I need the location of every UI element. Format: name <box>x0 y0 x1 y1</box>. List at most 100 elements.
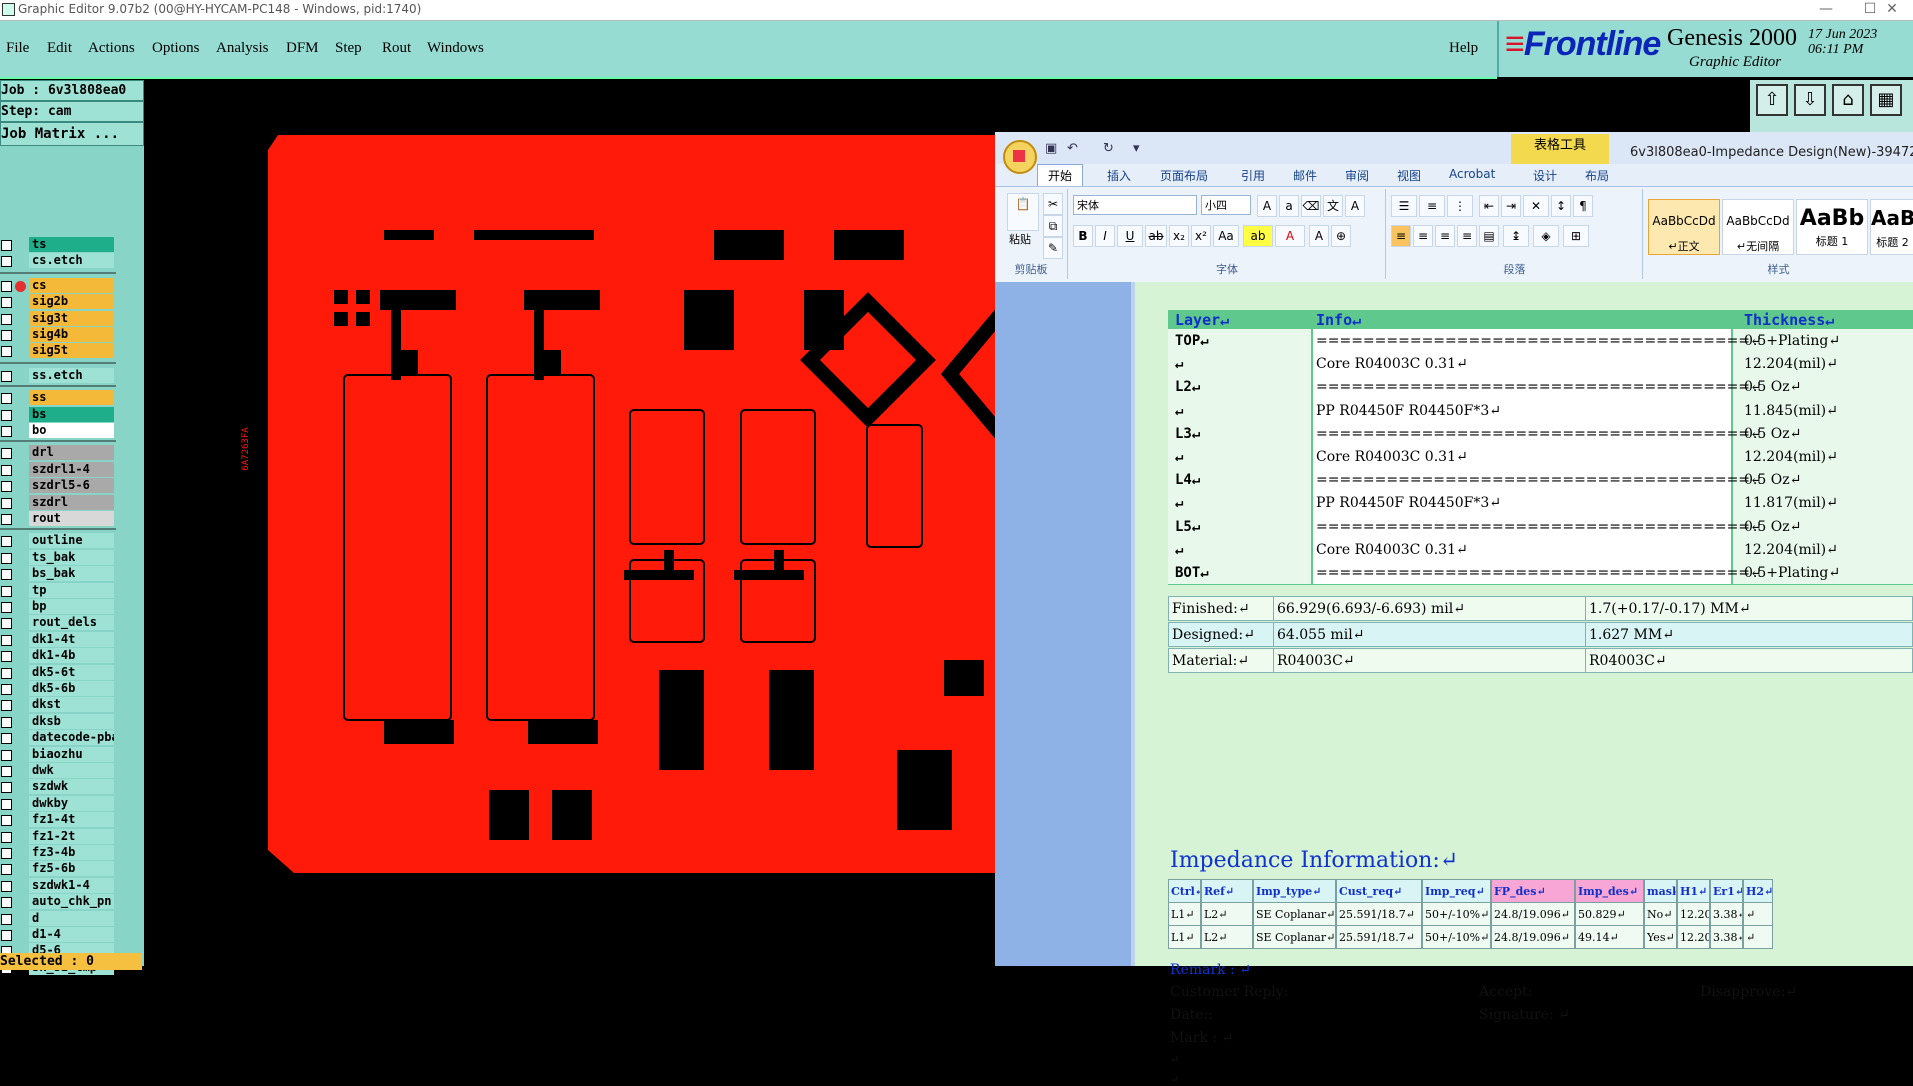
layer-row[interactable]: dk5-6t <box>0 664 116 680</box>
layer-checkbox[interactable] <box>1 497 12 509</box>
superscript-icon[interactable]: x² <box>1191 225 1211 247</box>
layer-checkbox[interactable] <box>1 370 12 382</box>
layer-name[interactable]: biaozhu <box>29 746 114 762</box>
layer-checkbox[interactable] <box>1 481 12 493</box>
paste-icon[interactable]: 📋 <box>1007 193 1039 231</box>
layer-name[interactable]: datecode-pba <box>29 730 114 746</box>
layer-checkbox[interactable] <box>1 634 12 646</box>
layer-checkbox[interactable] <box>1 651 12 663</box>
layer-name[interactable]: szdwk1-4 <box>29 877 114 893</box>
layer-checkbox[interactable] <box>1 514 12 525</box>
layer-name[interactable]: sig3t <box>29 310 114 326</box>
copy-icon[interactable]: ⧉ <box>1043 215 1063 237</box>
layer-row[interactable]: ss.etch <box>0 367 116 383</box>
layer-checkbox[interactable] <box>1 815 12 827</box>
layer-name[interactable]: cs.etch <box>29 253 114 269</box>
layer-name[interactable]: fz5-6b <box>29 861 114 877</box>
layer-checkbox[interactable] <box>1 913 12 925</box>
layer-row[interactable]: bo <box>0 423 116 438</box>
layer-name[interactable]: bs_bak <box>29 566 114 582</box>
layer-row[interactable]: dk1-4b <box>0 648 116 664</box>
layer-row[interactable]: szdwk1-4 <box>0 877 116 893</box>
layer-row[interactable]: drl <box>0 445 116 461</box>
layer-checkbox[interactable] <box>1 684 12 695</box>
align-center-icon[interactable]: ≡ <box>1413 225 1433 247</box>
layer-row[interactable]: szdrl <box>0 494 116 510</box>
layer-checkbox[interactable] <box>1 393 12 405</box>
layer-name[interactable]: szdrl <box>29 494 114 510</box>
layer-row[interactable]: dwkby <box>0 795 116 811</box>
change-case-icon[interactable]: Aa <box>1213 225 1239 247</box>
layer-name[interactable]: dk5-6t <box>29 664 114 680</box>
menu-rout[interactable]: Rout <box>382 40 411 57</box>
layer-name[interactable]: drl <box>29 445 114 461</box>
layer-row[interactable]: fz3-4b <box>0 845 116 860</box>
layer-checkbox[interactable] <box>1 256 12 268</box>
menu-help[interactable]: Help <box>1449 40 1478 57</box>
line-spacing-icon[interactable]: ↨ <box>1503 225 1529 247</box>
layer-row[interactable]: auto_chk_pn <box>0 894 116 910</box>
layer-name[interactable]: dk1-4b <box>29 648 114 664</box>
close-button[interactable]: ✕ <box>1870 0 1913 20</box>
style-no-spacing[interactable]: AaBbCcDd ↵无间隔 <box>1722 199 1794 255</box>
format-painter-icon[interactable]: ✎ <box>1043 237 1063 259</box>
import-icon[interactable]: ⇩ <box>1794 84 1826 116</box>
layer-checkbox[interactable] <box>1 766 12 777</box>
layer-row[interactable]: sig4b <box>0 327 116 342</box>
menu-file[interactable]: File <box>6 40 29 57</box>
layer-checkbox[interactable] <box>1 585 12 597</box>
layer-row[interactable]: dksb <box>0 713 116 729</box>
layer-checkbox[interactable] <box>1 409 12 421</box>
layer-name[interactable]: ss.etch <box>29 367 114 383</box>
highlight-icon[interactable]: ab <box>1243 225 1273 247</box>
distribute-icon[interactable]: ▤ <box>1479 225 1499 247</box>
layer-row[interactable]: szdrl5-6 <box>0 478 116 494</box>
layer-checkbox[interactable] <box>1 782 12 794</box>
layer-name[interactable]: sig2b <box>29 294 114 310</box>
tab-home[interactable]: 开始 <box>1037 164 1084 186</box>
layer-name[interactable]: fz1-2t <box>29 828 114 844</box>
export-icon[interactable]: ⇧ <box>1756 84 1788 116</box>
layer-checkbox[interactable] <box>1 569 12 581</box>
italic-icon[interactable]: I <box>1095 225 1115 247</box>
layer-checkbox[interactable] <box>1 700 12 712</box>
layer-name[interactable]: d1-4 <box>29 927 114 942</box>
cut-icon[interactable]: ✂ <box>1043 193 1063 215</box>
layer-checkbox[interactable] <box>1 280 12 292</box>
layer-checkbox[interactable] <box>1 240 12 251</box>
grow-font-icon[interactable]: A <box>1257 195 1277 217</box>
job-matrix-button[interactable]: Job Matrix ... <box>0 122 144 146</box>
bold-icon[interactable]: B <box>1073 225 1093 247</box>
layer-checkbox[interactable] <box>1 864 12 876</box>
customize-qa-icon[interactable]: ▾ <box>1133 141 1140 156</box>
layer-row[interactable]: fz1-2t <box>0 828 116 844</box>
subscript-icon[interactable]: x₂ <box>1169 225 1189 247</box>
layer-row[interactable]: rout <box>0 511 116 526</box>
decrease-indent-icon[interactable]: ⇤ <box>1479 195 1499 217</box>
document-page[interactable]: Layer↵ Info↵ Thickness↵ TOP↵ ============… <box>1135 282 1913 1086</box>
layer-name[interactable]: szdwk <box>29 779 114 795</box>
multilevel-list-icon[interactable]: ⋮ <box>1447 195 1473 217</box>
tab-page-layout[interactable]: 页面布局 <box>1160 167 1208 184</box>
justify-icon[interactable]: ≡ <box>1457 225 1477 247</box>
numbering-icon[interactable]: ≡ <box>1419 195 1445 217</box>
font-color-icon[interactable]: A <box>1275 225 1305 247</box>
layer-name[interactable]: sig4b <box>29 327 114 342</box>
show-marks-icon[interactable]: ¶ <box>1573 195 1593 217</box>
layer-checkbox[interactable] <box>1 749 12 761</box>
layer-checkbox[interactable] <box>1 448 12 460</box>
menu-step[interactable]: Step <box>335 40 362 57</box>
layer-checkbox[interactable] <box>1 798 12 810</box>
home-icon[interactable]: ⌂ <box>1832 84 1864 116</box>
layer-name[interactable]: bp <box>29 599 114 614</box>
layer-row[interactable]: sig3t <box>0 310 116 326</box>
tab-insert[interactable]: 插入 <box>1107 167 1131 184</box>
layer-checkbox[interactable] <box>1 667 12 679</box>
layer-checkbox[interactable] <box>1 716 12 728</box>
underline-icon[interactable]: U <box>1117 225 1143 247</box>
layer-row[interactable]: bs_bak <box>0 566 116 582</box>
layer-checkbox[interactable] <box>1 297 12 309</box>
layer-checkbox[interactable] <box>1 831 12 843</box>
increase-indent-icon[interactable]: ⇥ <box>1501 195 1521 217</box>
layer-row[interactable]: tp <box>0 582 116 598</box>
